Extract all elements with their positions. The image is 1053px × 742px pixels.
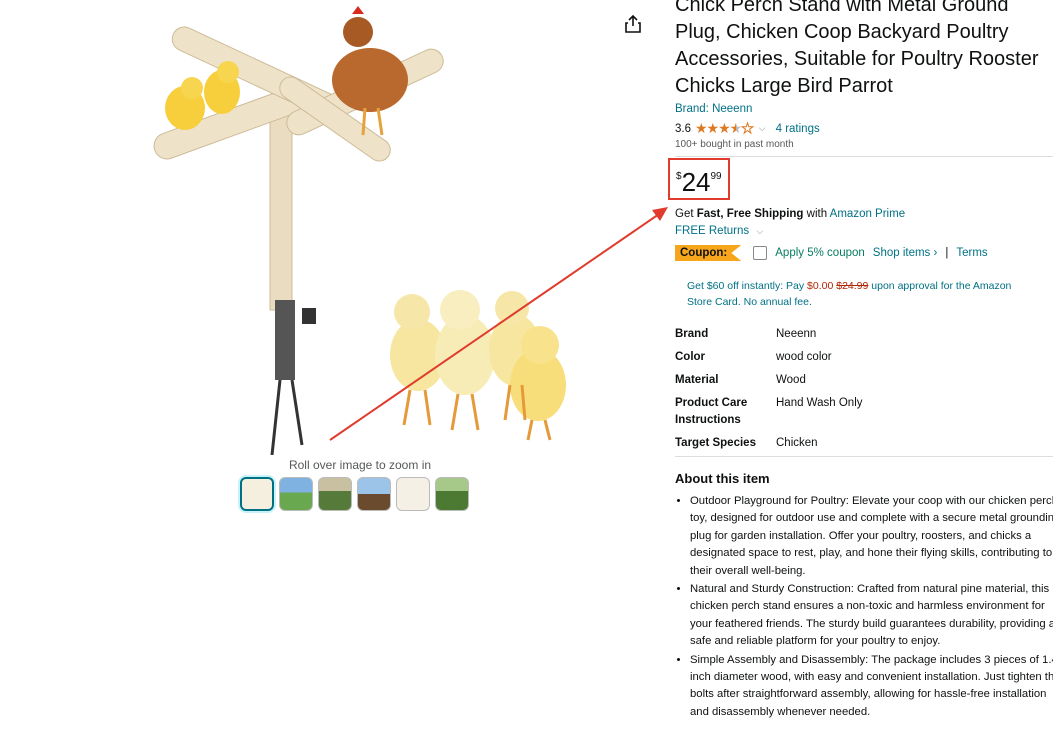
divider bbox=[675, 156, 1053, 157]
star-rating-icon[interactable]: ★★★★★ bbox=[695, 120, 754, 137]
divider bbox=[675, 456, 1053, 457]
rating-value: 3.6 bbox=[675, 122, 691, 135]
bought-count: 100+ bought in past month bbox=[675, 139, 794, 150]
list-item: Natural and Sturdy Construction: Crafted… bbox=[690, 581, 1053, 651]
main-product-image[interactable] bbox=[120, 0, 600, 455]
price-whole: 24 bbox=[681, 167, 711, 197]
product-specs: Brand Neeenn Color wood color Material W… bbox=[675, 326, 1053, 458]
about-title: About this item bbox=[675, 471, 770, 486]
shipping-bold: Fast, Free Shipping bbox=[696, 208, 804, 220]
brand-link[interactable]: Brand: Neeenn bbox=[675, 103, 1053, 115]
chevron-down-icon[interactable]: ⌵ bbox=[759, 123, 766, 134]
shop-items-link[interactable]: Shop items › bbox=[873, 247, 938, 259]
spec-row: Color wood color bbox=[675, 349, 1053, 366]
price-fraction: 99 bbox=[710, 171, 722, 182]
spec-value: wood color bbox=[776, 351, 832, 363]
rating-row: 3.6 ★★★★★ ⌵ 4 ratings bbox=[675, 120, 1053, 137]
spec-value: Wood bbox=[776, 374, 806, 386]
coupon-row: Coupon: Apply 5% coupon Shop items › | T… bbox=[675, 245, 1053, 261]
offer-part1: Get $60 off instantly: Pay bbox=[687, 280, 808, 292]
product-title: Chick Perch Stand with Metal Ground Plug… bbox=[675, 0, 1039, 97]
thumbnail-5[interactable] bbox=[396, 477, 430, 511]
spec-key: Material bbox=[675, 374, 719, 386]
list-item: Simple Assembly and Disassembly: The pac… bbox=[690, 652, 1053, 722]
spec-row: Brand Neeenn bbox=[675, 326, 1053, 343]
prime-link[interactable]: Amazon Prime bbox=[830, 208, 905, 220]
spec-row: Material Wood bbox=[675, 372, 1053, 389]
free-returns[interactable]: FREE Returns ⌵ bbox=[675, 225, 1053, 237]
offer-pay: $0.00 bbox=[807, 280, 834, 292]
offer-strike-price: $24.99 bbox=[836, 280, 869, 292]
thumbnail-4[interactable] bbox=[357, 477, 391, 511]
coupon-badge: Coupon: bbox=[675, 245, 742, 261]
shipping-info: Get Fast, Free Shipping with Amazon Prim… bbox=[675, 208, 1053, 220]
spec-value: Chicken bbox=[776, 437, 818, 449]
thumbnail-1[interactable] bbox=[240, 477, 274, 511]
thumbnail-6[interactable] bbox=[435, 477, 469, 511]
spec-key: Color bbox=[675, 351, 706, 363]
shipping-middle: with bbox=[803, 208, 830, 220]
store-card-offer[interactable]: Get $60 off instantly: Pay $0.00 $24.99 … bbox=[687, 278, 1017, 310]
coupon-checkbox[interactable] bbox=[753, 246, 768, 260]
spec-value: Neeenn bbox=[776, 328, 817, 340]
separator: | bbox=[945, 247, 949, 259]
ratings-count-link[interactable]: 4 ratings bbox=[776, 123, 820, 135]
spec-row: Target Species Chicken bbox=[675, 435, 1053, 452]
free-returns-label: FREE Returns bbox=[675, 225, 750, 237]
zoom-hint: Roll over image to zoom in bbox=[288, 458, 432, 472]
about-bullets: Outdoor Playground for Poultry: Elevate … bbox=[675, 493, 1053, 722]
price: $ 24 99 bbox=[676, 168, 722, 196]
terms-link[interactable]: Terms bbox=[956, 247, 987, 259]
spec-row: Product Care Instructions Hand Wash Only bbox=[675, 395, 1053, 429]
spec-key: Product Care Instructions bbox=[675, 397, 748, 426]
thumbnail-2[interactable] bbox=[279, 477, 313, 511]
apply-coupon-label[interactable]: Apply 5% coupon bbox=[775, 247, 865, 259]
shipping-prefix: Get bbox=[675, 208, 697, 220]
thumbnail-3[interactable] bbox=[318, 477, 352, 511]
spec-key: Target Species bbox=[675, 437, 756, 449]
share-icon[interactable] bbox=[624, 14, 642, 34]
spec-value: Hand Wash Only bbox=[776, 397, 863, 409]
chevron-down-icon: ⌵ bbox=[756, 226, 764, 236]
spec-key: Brand bbox=[675, 328, 709, 340]
list-item: Outdoor Playground for Poultry: Elevate … bbox=[690, 493, 1053, 580]
thumbnail-strip bbox=[240, 477, 469, 511]
